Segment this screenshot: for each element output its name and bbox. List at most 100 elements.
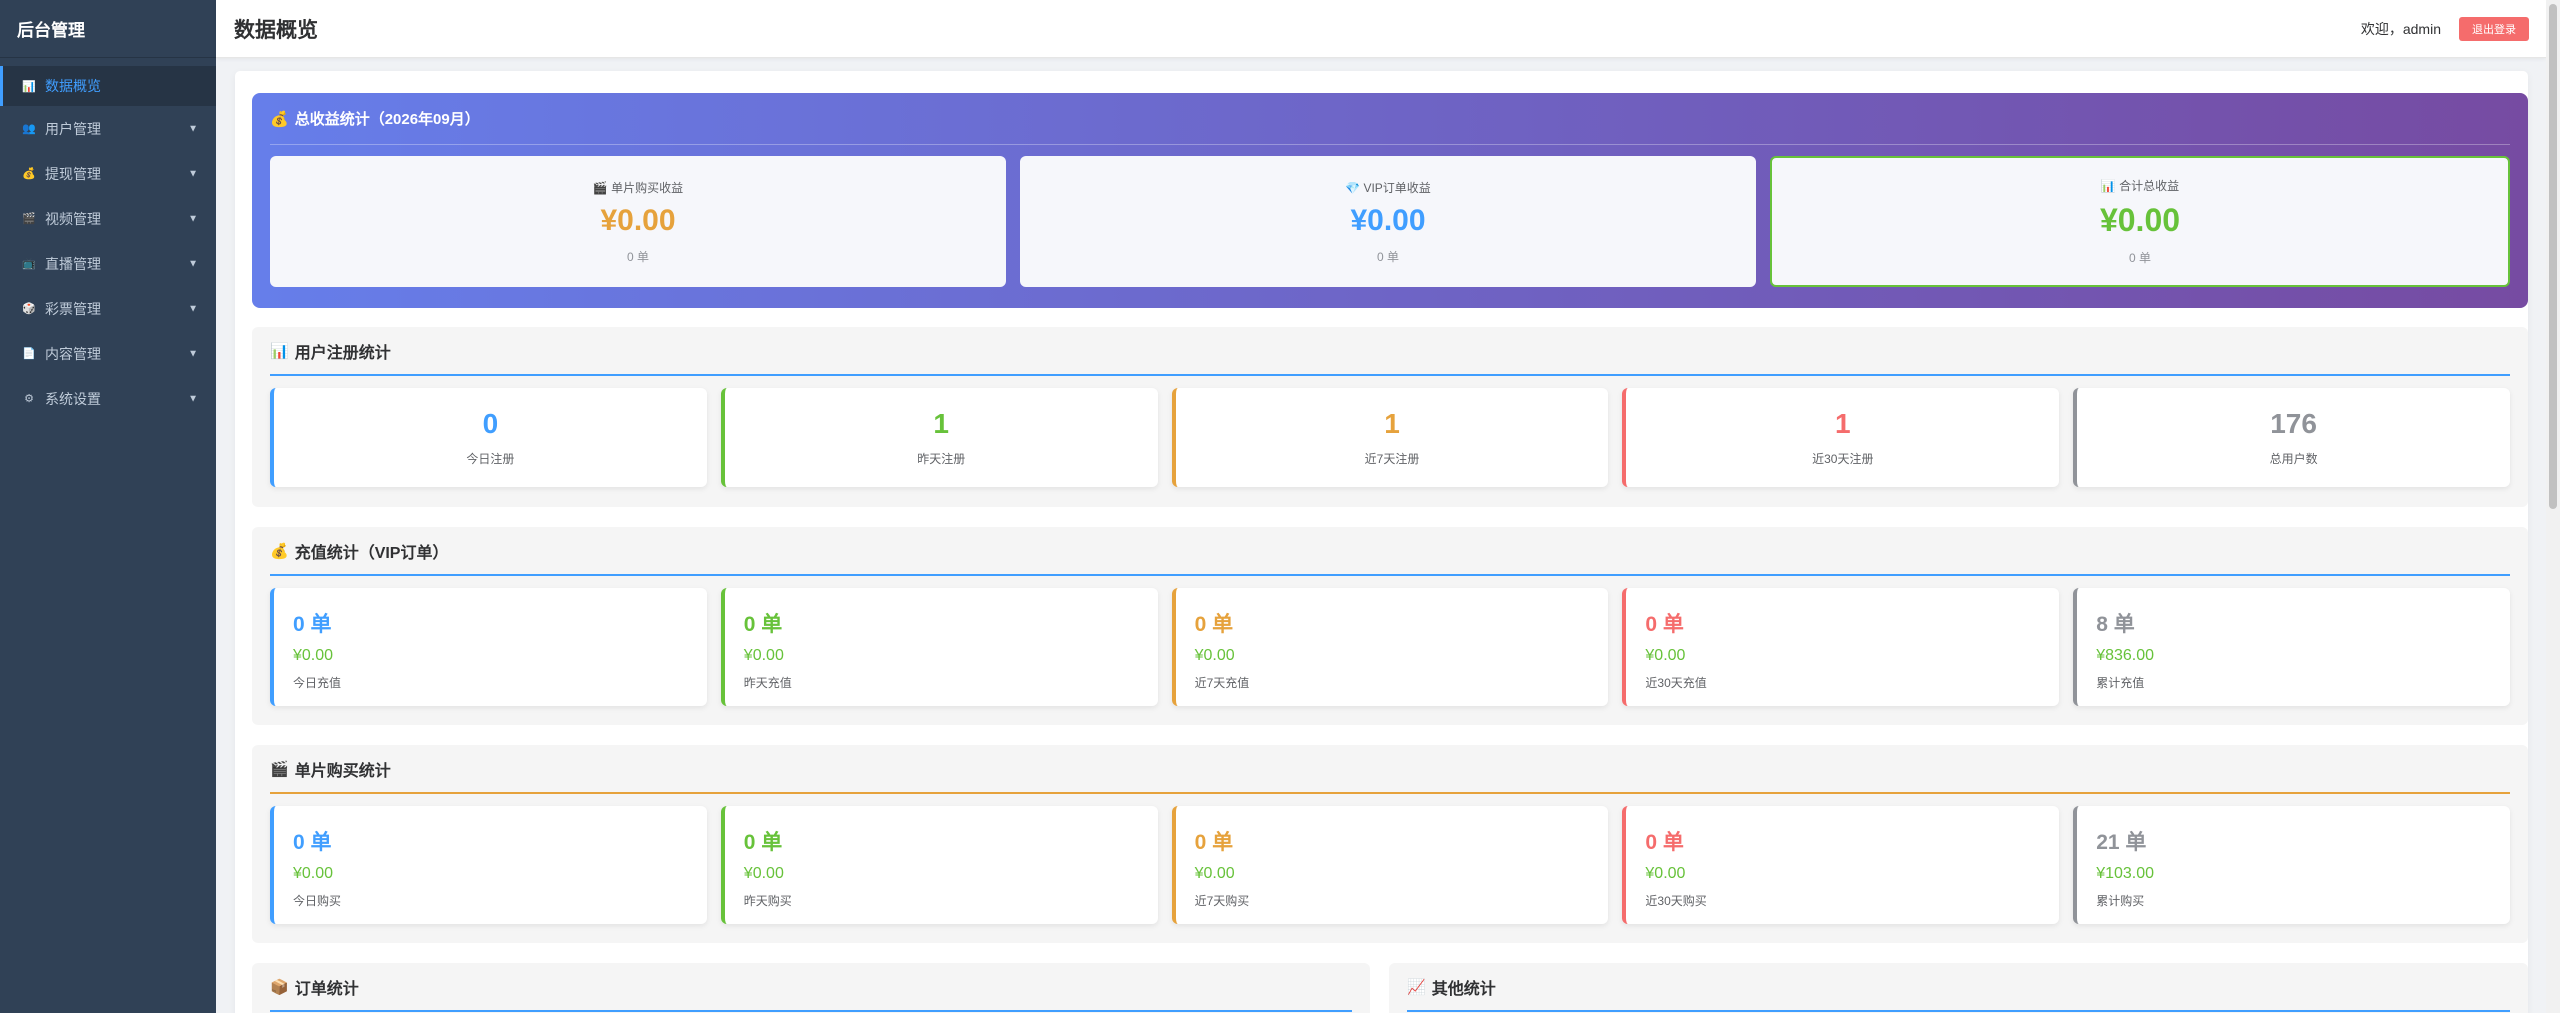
revenue-card-count: 0 单 [2128,251,2151,265]
stat-count: 0 单 [743,613,783,636]
stat-card: 1 昨天注册 [720,388,1158,487]
other-stats-section: 📈 其他统计 [1389,963,2528,1013]
revenue-card-label-text: VIP订单收益 [1363,180,1431,195]
stat-card: 0 单 ¥0.00 今日购买 [270,806,707,924]
trend-icon: 📈 [1407,978,1426,996]
stat-card: 21 单 ¥103.00 累计购买 [2073,806,2510,924]
sidebar-item-content[interactable]: 📄 内容管理 ▼ [0,331,216,376]
gear-icon: ⚙ [24,393,34,405]
orders-section: 📦 订单统计 [252,963,1370,1013]
stat-card: 0 单 ¥0.00 近7天购买 [1171,806,1609,924]
sidebar-item-label: 数据概览 [45,78,101,94]
money-bag-icon: 💰 [270,110,289,128]
stat-count: 0 单 [1645,613,1684,636]
logout-button[interactable]: 退出登录 [2459,16,2529,41]
stat-card: 8 单 ¥836.00 累计充值 [2073,588,2510,706]
revenue-card-vip: 💎 VIP订单收益 ¥0.00 0 单 [1020,156,1756,287]
stat-amount: ¥0.00 [743,865,784,882]
stat-label: 总用户数 [2269,452,2318,466]
revenue-card-value: ¥0.00 [2099,202,2181,238]
stat-card: 0 单 ¥0.00 近30天充值 [1622,588,2060,706]
sidebar: 后台管理 📊 数据概览 👥 用户管理 ▼ 💰 提现管理 ▼ 🎬 视频管理 ▼ 📺… [0,0,216,1013]
stat-card: 0 单 ¥0.00 今日充值 [270,588,707,706]
chevron-down-icon: ▼ [188,213,198,224]
section-title: 📦 订单统计 [270,963,1352,1012]
stat-amount: ¥0.00 [293,865,334,882]
revenue-card-label: 📊 合计总收益 [2101,177,2179,194]
welcome-text: 欢迎，admin [2360,20,2441,37]
stat-amount: ¥0.00 [1194,865,1235,882]
sidebar-item-lottery[interactable]: 🎲 彩票管理 ▼ [0,286,216,331]
sidebar-item-label: 用户管理 [45,120,101,137]
sidebar-item-users[interactable]: 👥 用户管理 ▼ [0,106,216,151]
money-bag-icon: 💰 [22,168,36,180]
tv-icon: 📺 [22,258,36,270]
stat-amount: ¥0.00 [293,647,334,664]
sidebar-item-withdraw[interactable]: 💰 提现管理 ▼ [0,151,216,196]
sidebar-item-live[interactable]: 📺 直播管理 ▼ [0,241,216,286]
chart-icon: 📊 [2100,179,2116,193]
stat-label: 累计充值 [2096,676,2145,690]
main-content: 💰 总收益统计（2026年09月） 🎬 单片购买收益 ¥0.00 0 单 💎 V… [216,58,2546,1013]
dashboard-panel: 💰 总收益统计（2026年09月） 🎬 单片购买收益 ¥0.00 0 单 💎 V… [235,71,2528,1013]
clapper-icon: 🎬 [22,213,36,225]
stat-count: 0 单 [1645,831,1684,854]
stat-label: 今日购买 [293,894,342,908]
revenue-card-count: 0 单 [1376,249,1399,264]
revenue-title: 💰 总收益统计（2026年09月） [270,93,2510,145]
sidebar-item-videos[interactable]: 🎬 视频管理 ▼ [0,196,216,241]
revenue-card-label-text: 单片购买收益 [611,180,684,195]
stat-label: 近7天注册 [1364,452,1420,466]
stat-value: 0 [482,408,499,439]
diamond-icon: 💎 [1345,180,1361,195]
chevron-down-icon: ▼ [188,168,198,179]
scrollbar-thumb[interactable] [2549,4,2557,509]
stat-count: 0 单 [293,831,332,854]
revenue-summary: 💰 总收益统计（2026年09月） 🎬 单片购买收益 ¥0.00 0 单 💎 V… [252,93,2528,308]
stat-label: 近30天注册 [1812,452,1874,466]
stat-label: 近7天购买 [1194,894,1250,908]
stat-card: 0 单 ¥0.00 近30天购买 [1622,806,2060,924]
section-title: 💰 充值统计（VIP订单） [270,527,2510,576]
stat-label: 昨天购买 [743,894,792,908]
revenue-card-total: 📊 合计总收益 ¥0.00 0 单 [1770,156,2510,287]
sidebar-menu: 📊 数据概览 👥 用户管理 ▼ 💰 提现管理 ▼ 🎬 视频管理 ▼ 📺 直播管理… [0,58,216,421]
stat-label: 近7天充值 [1194,676,1250,690]
stat-count: 0 单 [1194,831,1234,854]
stat-card: 0 单 ¥0.00 昨天充值 [720,588,1158,706]
stat-amount: ¥0.00 [1645,647,1686,664]
chart-icon: 📊 [22,80,36,93]
stat-label: 累计购买 [2096,894,2145,908]
sidebar-brand: 后台管理 [0,0,216,58]
revenue-card-label-text: 合计总收益 [2119,179,2180,193]
stat-amount: ¥0.00 [1645,865,1686,882]
stat-card: 0 今日注册 [270,388,707,487]
purchase-section: 🎬 单片购买统计 0 单 ¥0.00 今日购买 0 单 ¥0.00 昨天购买 0… [252,745,2528,943]
stat-card: 0 单 ¥0.00 近7天充值 [1171,588,1609,706]
revenue-card-count: 0 单 [626,249,649,264]
sidebar-item-label: 直播管理 [45,255,101,272]
revenue-card-value: ¥0.00 [1350,203,1426,237]
revenue-card-single: 🎬 单片购买收益 ¥0.00 0 单 [270,156,1006,287]
stat-card: 1 近7天注册 [1171,388,1609,487]
users-icon: 👥 [22,123,36,135]
clapper-icon: 🎬 [270,760,289,778]
section-title-text: 用户注册统计 [294,344,391,362]
stat-card: 1 近30天注册 [1622,388,2060,487]
sidebar-item-dashboard[interactable]: 📊 数据概览 [0,66,216,106]
chevron-down-icon: ▼ [188,258,198,269]
stat-label: 近30天充值 [1645,676,1707,690]
stat-amount: ¥0.00 [743,647,784,664]
stat-label: 昨天充值 [743,676,792,690]
stat-count: 8 单 [2096,613,2135,636]
sidebar-item-settings[interactable]: ⚙ 系统设置 ▼ [0,376,216,421]
page-scrollbar[interactable] [2546,0,2560,1013]
sidebar-item-label: 视频管理 [45,210,101,227]
chart-icon: 📊 [270,342,289,360]
chevron-down-icon: ▼ [188,303,198,314]
chevron-down-icon: ▼ [188,123,198,134]
section-title: 📈 其他统计 [1407,963,2510,1012]
stat-count: 0 单 [743,831,783,854]
stat-value: 1 [1384,408,1400,439]
chevron-down-icon: ▼ [188,393,198,404]
